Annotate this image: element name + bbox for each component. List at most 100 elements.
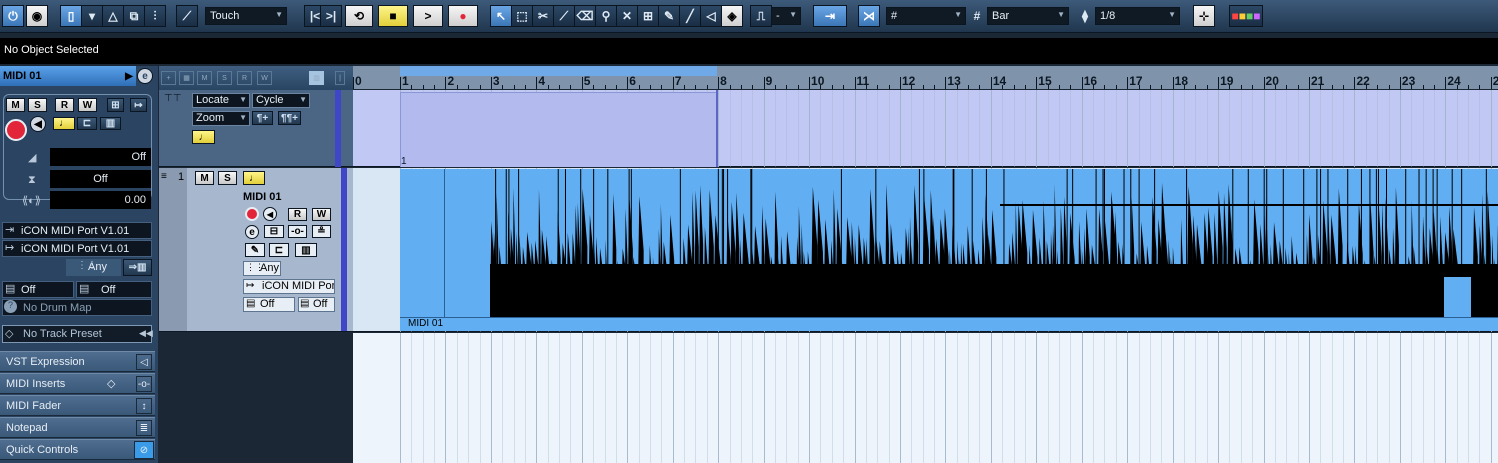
automation-icon[interactable]: ⟋ (176, 5, 198, 27)
record-enable-button[interactable] (5, 119, 27, 141)
add-marker-button[interactable]: ¶ + (252, 111, 273, 125)
midi-part[interactable]: MIDI 01 (400, 169, 1498, 331)
track-write-button[interactable]: W (312, 208, 331, 221)
divider-handle-icon[interactable]: | (335, 71, 345, 85)
edit-channel-icon[interactable]: ⇒▥ (123, 259, 152, 276)
range-selection-tool-icon[interactable]: ⬚ (511, 5, 533, 27)
pan-field[interactable]: Off (50, 170, 151, 188)
section-midi-inserts[interactable]: MIDI Inserts ◇ -o- (0, 373, 155, 394)
show-pool-icon[interactable]: ⧉ (123, 5, 145, 27)
midi-track-header[interactable]: ≡ 1 M S ♩ MIDI 01 ◀ R W e ⊟ -o- ≗ ✎ ⊏ ▥ … (159, 168, 353, 332)
quantize-preset-select[interactable]: 1/8 ▼ (1095, 7, 1180, 25)
section-vst-expression[interactable]: VST Expression ◁ (0, 351, 155, 372)
glue-tool-icon[interactable]: ⟋ (553, 5, 575, 27)
stop-button[interactable]: ■ (378, 5, 408, 27)
lane-display-icon[interactable]: ▥ (100, 117, 121, 130)
play-button[interactable]: > (413, 5, 443, 27)
play-tool-icon[interactable]: ◁ (700, 5, 722, 27)
input-routing-field[interactable]: iCON MIDI Port V1.01 (2, 222, 152, 239)
lane-icon[interactable]: ⊞ (107, 98, 124, 112)
lock-icon[interactable]: ⊏ (77, 117, 97, 130)
global-read-icon[interactable]: R (237, 71, 252, 85)
chevron-right-icon[interactable]: ▶ (124, 70, 134, 82)
track-draw-icon[interactable]: ✎ (245, 243, 265, 257)
section-midi-fader[interactable]: MIDI Fader ↕ (0, 395, 155, 416)
cycle-button[interactable]: ⟲ (345, 5, 373, 27)
line-tool-icon[interactable]: ╱ (679, 5, 701, 27)
constrain-delay-icon[interactable]: ◉ (26, 5, 48, 27)
write-automation-button[interactable]: W (78, 98, 97, 112)
color-menu-icon[interactable]: ■ ■ ■ ■ (1229, 5, 1263, 27)
solo-button[interactable]: S (28, 98, 47, 112)
color-tool-icon[interactable]: ◈ (721, 5, 743, 27)
record-button[interactable]: ● (448, 5, 478, 27)
global-write-icon[interactable]: W (257, 71, 272, 85)
track-lane-icon[interactable]: ⊟ (264, 225, 284, 238)
show-mixer-icon[interactable]: ⫶ (144, 5, 166, 27)
section-notepad[interactable]: Notepad ≣ (0, 417, 155, 438)
delay-field[interactable]: 0.00 (50, 191, 151, 209)
locate-select[interactable]: Locate ▼ (192, 93, 250, 108)
global-mute-icon[interactable]: M (197, 71, 212, 85)
marker-timebase-icon[interactable]: ♩ (192, 130, 215, 144)
automation-mode-select[interactable]: Touch ▼ (205, 7, 287, 25)
go-to-next-marker-button[interactable]: >| (320, 5, 342, 27)
output-routing-field[interactable]: iCON MIDI Port V1.01 (2, 240, 152, 257)
empty-track-area[interactable] (159, 333, 353, 463)
track-timebase-icon[interactable]: ♩ (243, 171, 265, 185)
snap-type-select[interactable]: Bar ▼ (987, 7, 1069, 25)
add-cycle-marker-button[interactable]: ¶¶ + (278, 111, 301, 125)
object-selection-tool-icon[interactable]: ↖ (490, 5, 512, 27)
monitor-icon[interactable]: ◀ (30, 116, 46, 132)
erase-tool-icon[interactable]: ⌫ (574, 5, 596, 27)
mute-tool-icon[interactable]: ✕ (616, 5, 638, 27)
cycle-select[interactable]: Cycle ▼ (252, 93, 310, 108)
grid-type-select[interactable]: # ▼ (886, 7, 966, 25)
snap-on-off-icon[interactable]: ⋊ (858, 5, 880, 27)
track-lock-icon[interactable]: ⊏ (269, 243, 289, 257)
track-mute-button[interactable]: M (195, 171, 214, 185)
split-tool-icon[interactable]: ✂ (532, 5, 554, 27)
timebase-icon[interactable]: ♩ (53, 117, 75, 130)
quantize-select[interactable]: - ▼ (771, 7, 801, 25)
track-solo-button[interactable]: S (218, 171, 237, 185)
track-preset-field[interactable]: No Track Preset (2, 325, 152, 343)
track-record-enable-button[interactable] (245, 207, 259, 221)
track-edit-icon[interactable]: e (245, 225, 259, 239)
track-output-field[interactable]: iCON MIDI Port V1.01 (243, 279, 335, 294)
zoom-tool-icon[interactable]: ⚲ (595, 5, 617, 27)
drum-map-field[interactable]: No Drum Map (2, 299, 152, 316)
show-infoline-icon[interactable]: ▾ (81, 5, 103, 27)
add-track-icon[interactable]: + (161, 71, 176, 85)
track-colors-icon[interactable]: ▥ (309, 71, 324, 85)
track-name[interactable]: MIDI 01 (243, 191, 282, 203)
snap-to-zero-icon[interactable]: ⇥ (813, 5, 847, 27)
track-filter-icon[interactable]: ▦ (179, 71, 194, 85)
draw-tool-icon[interactable]: ✎ (658, 5, 680, 27)
comp-tool-icon[interactable]: ⊞ (637, 5, 659, 27)
track-monitor-icon[interactable]: ◀ (263, 207, 277, 221)
show-inspector-icon[interactable]: ▯ (60, 5, 82, 27)
track-collapse-icon[interactable]: ≡ (161, 171, 167, 182)
track-send-icon[interactable]: ≗ (312, 225, 331, 238)
inspector-track-name[interactable]: MIDI 01 (0, 66, 136, 86)
cycle-marker[interactable] (400, 92, 717, 167)
show-overview-icon[interactable]: △ (102, 5, 124, 27)
empty-event-area[interactable] (353, 333, 1498, 463)
zoom-select[interactable]: Zoom ▼ (192, 111, 250, 126)
edit-instrument-icon[interactable]: e (137, 68, 153, 84)
cycle-range[interactable] (400, 66, 717, 76)
section-quick-controls[interactable]: Quick Controls ⊘ (0, 439, 155, 460)
bypass-icon[interactable]: ↦ (130, 98, 147, 112)
track-insert-icon[interactable]: -o- (288, 225, 307, 238)
track-read-button[interactable]: R (288, 208, 307, 221)
auto-scroll-icon[interactable]: ⎍ (750, 5, 772, 27)
activate-project-icon[interactable]: ⏻ (2, 5, 24, 27)
collapse-icon[interactable]: ◀◀ (139, 328, 153, 339)
marker-track-collapse-icon[interactable]: ⊤⊤ (164, 93, 181, 104)
track-lanes-icon[interactable]: ▥ (295, 243, 317, 257)
read-automation-button[interactable]: R (55, 98, 74, 112)
volume-field[interactable]: Off (50, 148, 151, 166)
global-solo-icon[interactable]: S (217, 71, 232, 85)
mute-button[interactable]: M (6, 98, 25, 112)
